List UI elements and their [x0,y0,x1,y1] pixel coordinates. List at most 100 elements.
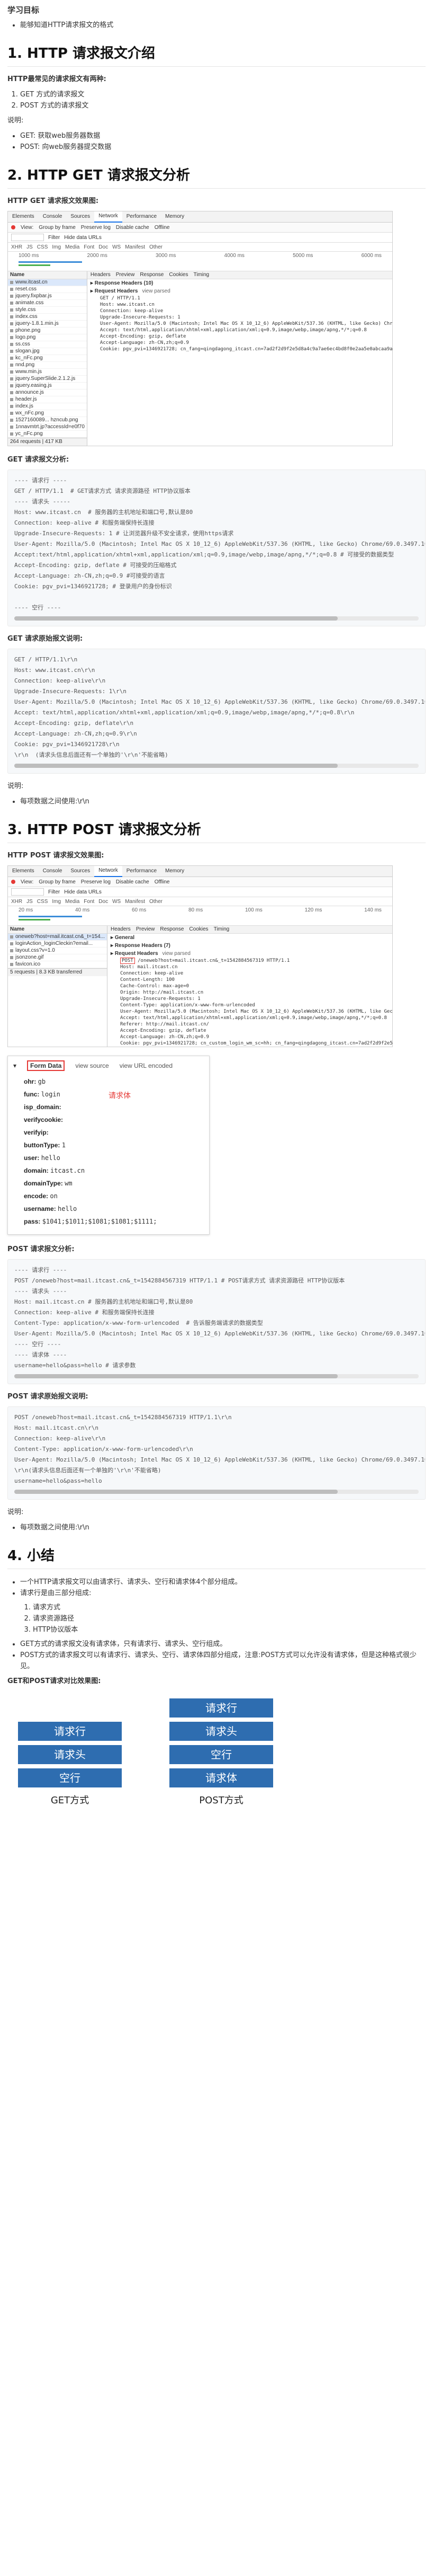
type-filter[interactable]: Doc [98,899,108,905]
request-row[interactable]: jquery.fixpbar.js [8,293,87,300]
type-filter[interactable]: JS [26,899,33,905]
filter-option[interactable]: Filter [48,889,60,895]
toolbar-item[interactable]: Offline [155,879,170,885]
detail-tab[interactable]: Headers [91,271,111,279]
toolbar-item[interactable]: Disable cache [116,879,149,885]
request-row[interactable]: announce.js [8,390,87,396]
view-parsed-link[interactable]: view parsed [163,951,191,957]
devtools-tab[interactable]: Sources [66,211,94,222]
request-row[interactable]: ss.css [8,341,87,348]
request-row[interactable]: www.min.js [8,369,87,376]
toolbar-item[interactable]: Preserve log [81,879,111,885]
request-row[interactable]: 1527160089... hzncub.png [8,417,87,424]
record-icon[interactable] [11,880,15,884]
view-url-encoded-link[interactable]: view URL encoded [120,1062,173,1069]
devtools-tab[interactable]: Sources [66,866,94,877]
detail-tab[interactable]: Headers [111,926,131,933]
devtools-tab[interactable]: Memory [161,211,188,222]
type-filter[interactable]: Media [65,244,79,250]
request-row[interactable]: yc_nFc.png [8,431,87,438]
type-filter[interactable]: XHR [11,899,22,905]
devtools-tab[interactable]: Console [39,211,67,222]
request-row[interactable]: favicon.ico [8,961,107,968]
type-filter[interactable]: Other [149,899,163,905]
toolbar-item[interactable]: Disable cache [116,225,149,231]
type-filter[interactable]: Manifest [125,244,145,250]
type-filter[interactable]: Other [149,244,163,250]
type-filter[interactable]: Font [84,244,94,250]
scrollbar-thumb[interactable] [14,1374,338,1378]
request-row[interactable]: header.js [8,396,87,403]
detail-tab[interactable]: Timing [193,271,209,279]
request-row[interactable]: reset.css [8,286,87,293]
view-source-link[interactable]: view source [75,1062,109,1069]
headers-section[interactable]: ▸ Response Headers (7) [107,942,392,950]
request-row[interactable]: oneweb?host=mail.itcast.cn&_t=154... [8,934,107,941]
type-filter[interactable]: XHR [11,244,22,250]
request-row[interactable]: slogan.jpg [8,348,87,355]
filter-option[interactable]: Hide data URLs [64,235,102,241]
type-filter[interactable]: Font [84,899,94,905]
toolbar-item[interactable]: Preserve log [81,225,111,231]
detail-tab[interactable]: Timing [214,926,230,933]
request-row[interactable]: loginAction_loginCleckin?email... [8,941,107,948]
request-row[interactable]: jquery.easing.js [8,383,87,390]
devtools-tab[interactable]: Performance [122,866,161,877]
devtools-tab[interactable]: Elements [8,866,39,877]
type-filter[interactable]: Img [52,899,61,905]
filter-option[interactable]: Hide data URLs [64,889,102,895]
scrollbar-thumb[interactable] [14,616,338,621]
code-scrollbar[interactable] [14,616,419,621]
type-filter[interactable]: Manifest [125,899,145,905]
request-row[interactable]: jquery.SuperSlide.2.1.2.js [8,376,87,383]
devtools-tab[interactable]: Console [39,866,67,877]
toolbar-item[interactable]: View: [21,879,33,885]
detail-tab[interactable]: Preview [116,271,135,279]
devtools-tab[interactable]: Performance [122,211,161,222]
headers-section[interactable]: ▸ General [107,934,392,942]
type-filter[interactable]: CSS [37,244,48,250]
detail-tab[interactable]: Preview [136,926,155,933]
request-row[interactable]: logo.png [8,334,87,341]
filter-option[interactable]: Filter [48,235,60,241]
headers-section[interactable]: ▸ Request Headers view parsed [107,950,392,958]
filter-input[interactable] [11,234,44,241]
request-row[interactable]: style.css [8,307,87,314]
code-scrollbar[interactable] [14,1490,419,1494]
request-row[interactable]: wx_nFc.png [8,410,87,417]
request-row[interactable]: kc_nFc.png [8,355,87,362]
devtools-tab[interactable]: Memory [161,866,188,877]
type-filter[interactable]: CSS [37,899,48,905]
type-filter[interactable]: JS [26,244,33,250]
toolbar-item[interactable]: View: [21,225,33,231]
detail-tab[interactable]: Response [140,271,164,279]
detail-tab[interactable]: Cookies [169,271,188,279]
request-row[interactable]: index.js [8,403,87,410]
view-parsed-link[interactable]: view parsed [142,288,170,294]
record-icon[interactable] [11,225,15,229]
toolbar-item[interactable]: Offline [155,225,170,231]
toolbar-item[interactable]: Group by frame [39,879,75,885]
request-row[interactable]: 1nnavmtrt.jp?accessId=e0f70 [8,424,87,431]
scrollbar-thumb[interactable] [14,1490,338,1494]
scrollbar-thumb[interactable] [14,764,338,768]
request-row[interactable]: animate.css [8,300,87,307]
toolbar-item[interactable]: Group by frame [39,225,75,231]
detail-tab[interactable]: Response [160,926,184,933]
headers-section[interactable]: ▸ Response Headers (10) [87,279,392,287]
filter-input[interactable] [11,888,44,896]
code-scrollbar[interactable] [14,1374,419,1378]
type-filter[interactable]: WS [112,244,121,250]
type-filter[interactable]: Img [52,244,61,250]
headers-section[interactable]: ▸ Request Headers view parsed [87,287,392,295]
request-row[interactable]: www.itcast.cn [8,279,87,286]
code-scrollbar[interactable] [14,764,419,768]
type-filter[interactable]: Media [65,899,79,905]
request-row[interactable]: jquery-1.8.1.min.js [8,321,87,327]
devtools-tab[interactable]: Network [94,866,122,877]
request-row[interactable]: jsonzone.gif [8,954,107,961]
type-filter[interactable]: WS [112,899,121,905]
request-row[interactable]: phone.png [8,327,87,334]
request-row[interactable]: index.css [8,314,87,321]
devtools-tab[interactable]: Elements [8,211,39,222]
